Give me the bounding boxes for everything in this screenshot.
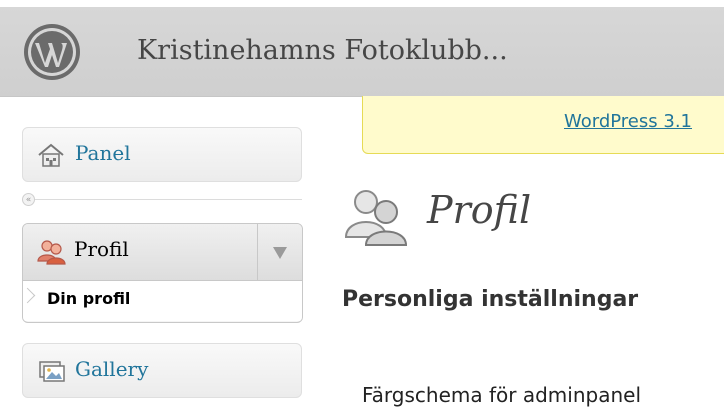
current-pointer-icon: [23, 287, 36, 304]
dashboard-home-icon: [38, 143, 64, 167]
sidebar-item-profil: Profil Din profil: [22, 223, 303, 323]
update-link[interactable]: WordPress 3.1: [564, 111, 692, 132]
sidebar-item-profil-header[interactable]: Profil: [23, 224, 302, 281]
site-title[interactable]: Kristinehamns Fotoklubb...: [137, 35, 508, 66]
chevron-down-icon: [273, 247, 287, 259]
gallery-icon: [39, 361, 65, 382]
sidebar-item-label: Gallery: [75, 357, 149, 381]
collapse-menu-button[interactable]: «: [22, 193, 35, 206]
sidebar-item-label: Profil: [74, 237, 129, 261]
color-scheme-label: Färgschema för adminpanel: [362, 383, 641, 407]
sidebar-item-panel[interactable]: Panel: [22, 127, 302, 182]
submenu-item-label: Din profil: [47, 289, 131, 308]
admin-sidebar: Panel « Profil Din profil Gallery: [0, 97, 312, 416]
sidebar-item-label: Panel: [75, 141, 131, 165]
sidebar-item-gallery[interactable]: Gallery: [22, 343, 302, 398]
wordpress-logo-icon[interactable]: [23, 23, 81, 81]
admin-header: Kristinehamns Fotoklubb...: [0, 7, 724, 97]
update-notice: WordPress 3.1: [362, 96, 724, 154]
submenu-item-din-profil[interactable]: Din profil: [23, 281, 302, 321]
users-large-icon: [344, 190, 408, 246]
menu-divider: [22, 199, 302, 200]
section-heading: Personliga inställningar: [342, 287, 639, 312]
page-title: Profil: [427, 188, 532, 232]
users-icon: [37, 240, 66, 265]
submenu-toggle[interactable]: [257, 224, 302, 280]
